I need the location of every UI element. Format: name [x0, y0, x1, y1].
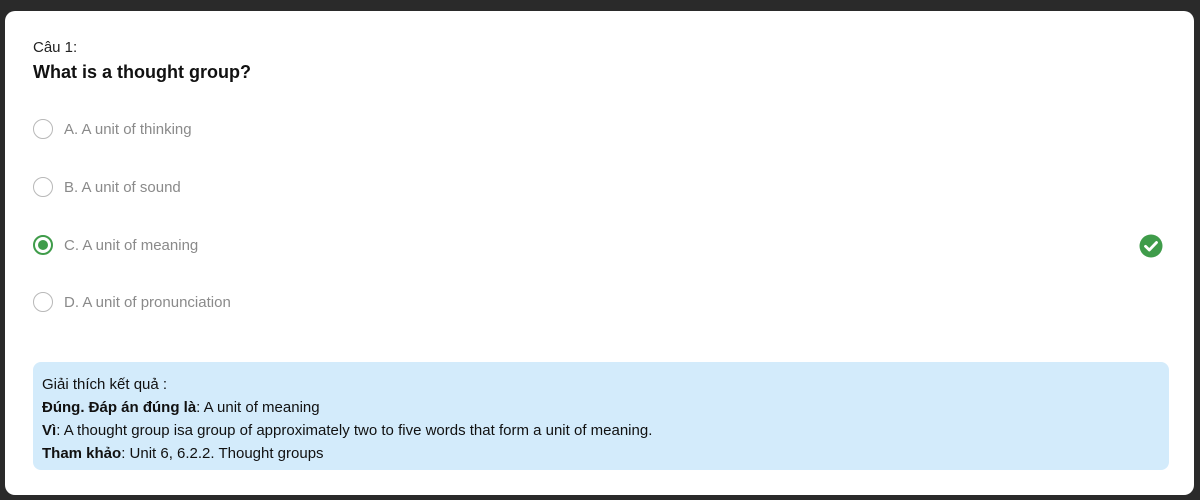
radio-button[interactable]	[33, 119, 53, 139]
check-circle-icon	[1139, 234, 1163, 258]
option-d[interactable]: D. A unit of pronunciation	[33, 287, 1163, 317]
reference-value: : Unit 6, 6.2.2. Thought groups	[121, 445, 324, 462]
explanation-answer: Đúng. Đáp án đúng là: A unit of meaning	[42, 396, 1160, 419]
reason-value: : A thought group isa group of approxima…	[56, 422, 653, 439]
explanation-heading: Giải thích kết quả :	[42, 376, 168, 393]
question-card: Câu 1: What is a thought group? A. A uni…	[5, 11, 1194, 495]
radio-button-selected[interactable]	[33, 235, 53, 255]
radio-button[interactable]	[33, 177, 53, 197]
option-label: A. A unit of thinking	[64, 120, 192, 138]
radio-button[interactable]	[33, 292, 53, 312]
reason-label: Vì	[42, 422, 57, 439]
option-label: D. A unit of pronunciation	[64, 293, 231, 311]
option-c[interactable]: C. A unit of meaning	[33, 230, 1163, 260]
explanation-reference: Tham khảo: Unit 6, 6.2.2. Thought groups	[42, 442, 1160, 465]
option-b[interactable]: B. A unit of sound	[33, 172, 1163, 202]
question-number: Câu 1:	[33, 39, 78, 56]
reference-label: Tham khảo	[42, 445, 122, 462]
answer-value: : A unit of meaning	[196, 399, 320, 416]
answer-label: Đúng. Đáp án đúng là	[42, 399, 197, 416]
option-label: B. A unit of sound	[64, 178, 181, 196]
explanation-box: Giải thích kết quả : Đúng. Đáp án đúng l…	[33, 362, 1169, 470]
option-a[interactable]: A. A unit of thinking	[33, 114, 1163, 144]
explanation-reason: Vì: A thought group isa group of approxi…	[42, 419, 1160, 442]
option-label: C. A unit of meaning	[64, 236, 199, 254]
question-text: What is a thought group?	[33, 62, 251, 82]
